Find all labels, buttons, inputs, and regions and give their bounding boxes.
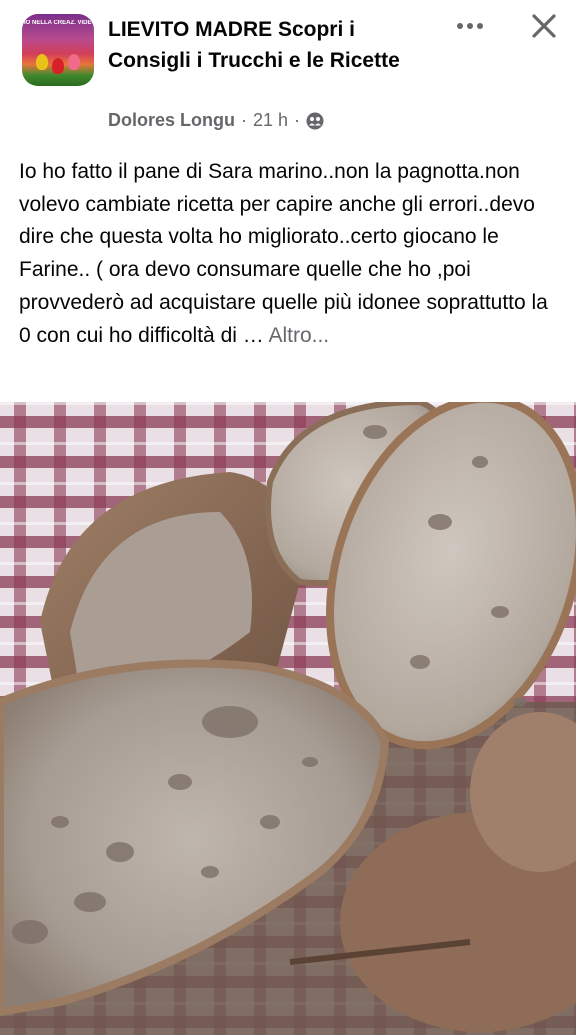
post-text: Io ho fatto il pane di Sara marino..non … <box>19 156 559 352</box>
see-more-link[interactable]: Altro... <box>268 324 329 347</box>
close-icon <box>532 14 556 38</box>
bread-photo-illustration <box>0 402 576 1035</box>
post-photo[interactable] <box>0 402 576 1035</box>
post-body: Io ho fatto il pane di Sara marino..non … <box>19 160 548 347</box>
author-name[interactable]: Dolores Longu <box>108 110 235 131</box>
meta-separator: · <box>294 110 301 130</box>
group-title[interactable]: LIEVITO MADRE Scopri i Consigli i Trucch… <box>108 14 438 76</box>
post-header: IO NELLA CREAZ. VIDEO CORSO ONLI LIEVITO… <box>0 0 576 145</box>
avatar-caption: IO NELLA CREAZ. VIDEO CORSO ONLI <box>24 20 92 26</box>
tulip-shape <box>68 54 80 70</box>
post-time[interactable]: 21 h <box>253 110 288 131</box>
meta-separator: · <box>241 110 247 130</box>
more-options-button[interactable] <box>450 10 490 42</box>
tulip-shape <box>52 58 64 74</box>
post-meta: Dolores Longu · 21 h · <box>108 110 324 131</box>
tulip-shape <box>36 54 48 70</box>
group-avatar[interactable]: IO NELLA CREAZ. VIDEO CORSO ONLI <box>22 14 94 86</box>
more-horizontal-icon <box>457 23 483 29</box>
group-members-icon <box>306 112 324 130</box>
close-button[interactable] <box>526 8 562 44</box>
